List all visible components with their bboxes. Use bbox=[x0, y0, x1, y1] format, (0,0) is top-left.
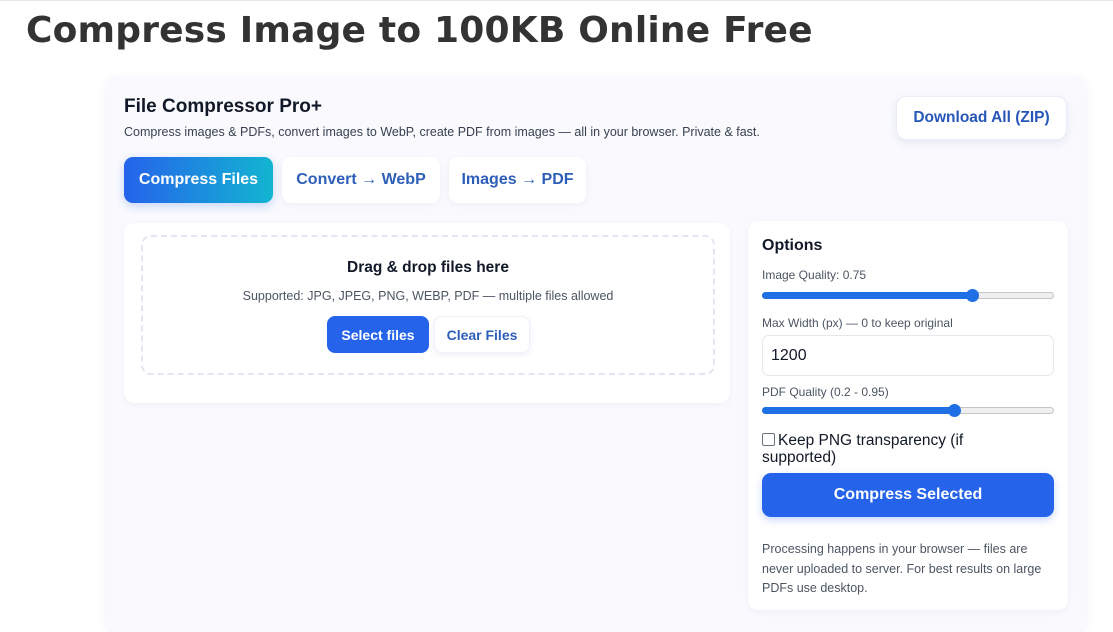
pdf-quality-slider[interactable] bbox=[762, 401, 1054, 419]
dropzone-supported-formats: Supported: JPG, JPEG, PNG, WEBP, PDF — m… bbox=[242, 289, 614, 303]
keep-png-transparency-row[interactable]: Keep PNG transparency (if supported) bbox=[762, 432, 1032, 466]
dropzone-title: Drag & drop files here bbox=[347, 259, 509, 276]
slider-fill bbox=[762, 292, 971, 299]
keep-png-transparency-checkbox[interactable] bbox=[762, 433, 775, 446]
slider-fill bbox=[762, 407, 953, 414]
options-title: Options bbox=[762, 237, 823, 254]
max-width-input[interactable] bbox=[762, 335, 1054, 376]
slider-thumb[interactable] bbox=[966, 289, 979, 302]
tab-compress-files[interactable]: Compress Files bbox=[124, 157, 273, 203]
compress-selected-button[interactable]: Compress Selected bbox=[762, 473, 1054, 517]
keep-png-transparency-label: Keep PNG transparency (if supported) bbox=[762, 432, 964, 466]
options-panel: Options Image Quality: 0.75 Max Width (p… bbox=[748, 221, 1068, 610]
download-all-button[interactable]: Download All (ZIP) bbox=[896, 96, 1067, 140]
app-title: File Compressor Pro+ bbox=[124, 96, 322, 117]
page-title: Compress Image to 100KB Online Free bbox=[26, 10, 813, 51]
clear-files-button[interactable]: Clear Files bbox=[434, 316, 530, 353]
app-card: File Compressor Pro+ Compress images & P… bbox=[106, 76, 1086, 632]
tab-images-to-pdf[interactable]: Images → PDF bbox=[449, 157, 586, 203]
top-divider bbox=[0, 0, 1113, 1]
upload-panel: Drag & drop files here Supported: JPG, J… bbox=[124, 223, 730, 403]
app-subtitle: Compress images & PDFs, convert images t… bbox=[124, 125, 760, 139]
image-quality-label: Image Quality: 0.75 bbox=[762, 268, 867, 282]
slider-thumb[interactable] bbox=[948, 404, 961, 417]
pdf-quality-label: PDF Quality (0.2 - 0.95) bbox=[762, 385, 889, 399]
dropzone[interactable]: Drag & drop files here Supported: JPG, J… bbox=[141, 235, 715, 375]
privacy-note: Processing happens in your browser — fil… bbox=[762, 542, 1042, 595]
max-width-label: Max Width (px) — 0 to keep original bbox=[762, 316, 953, 330]
tab-convert-webp[interactable]: Convert → WebP bbox=[282, 157, 440, 203]
select-files-button[interactable]: Select files bbox=[327, 316, 429, 353]
image-quality-slider[interactable] bbox=[762, 286, 1054, 304]
